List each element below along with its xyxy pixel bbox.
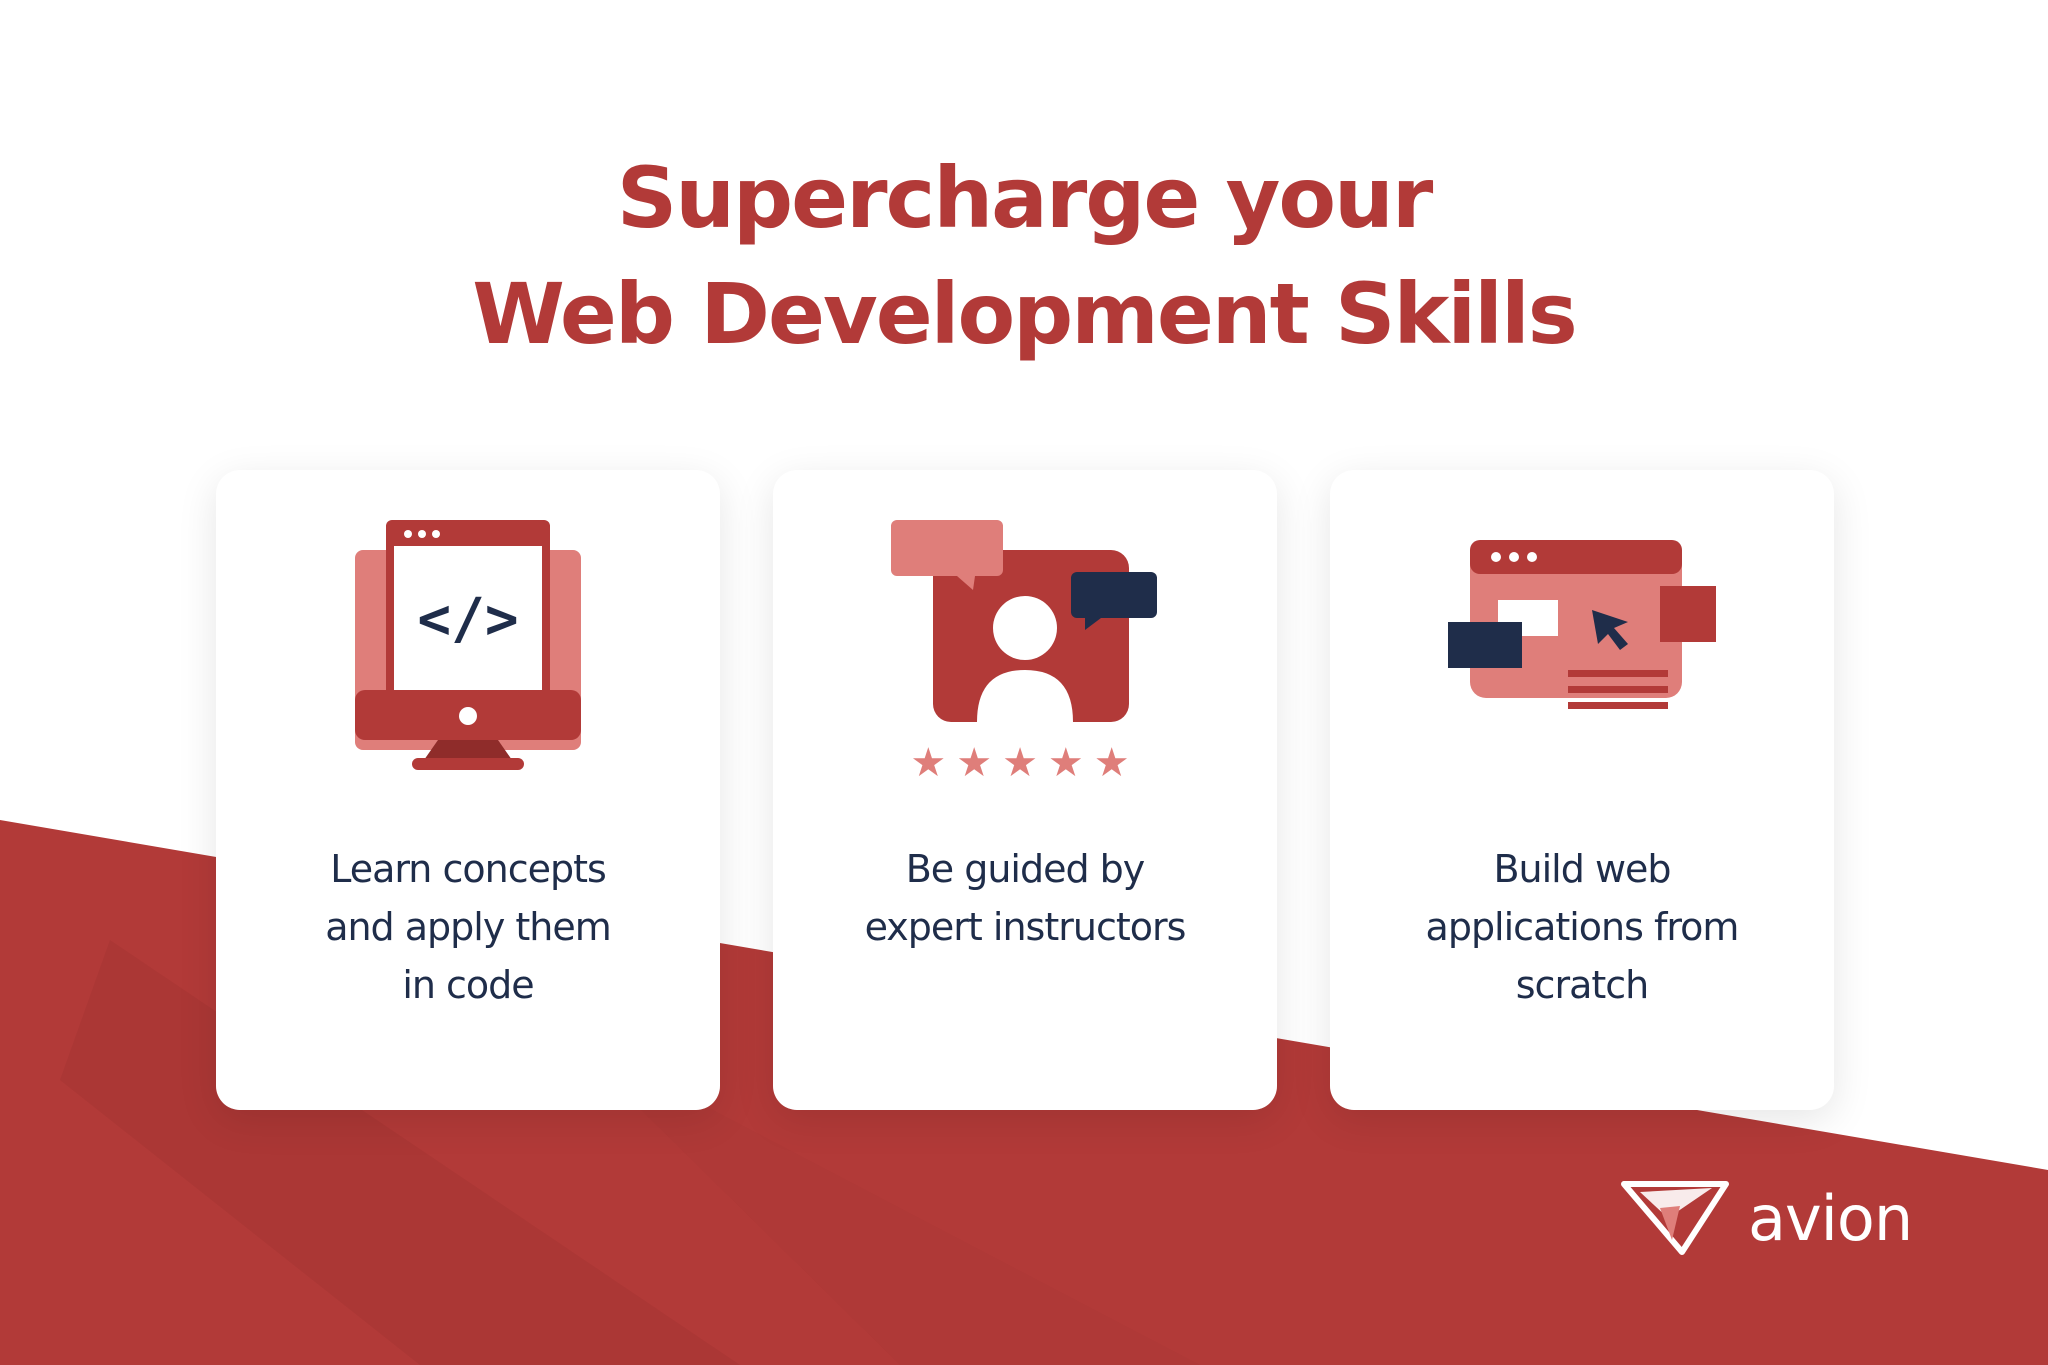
caption-line: scratch [1515,963,1649,1007]
code-monitor-icon: </> [355,520,581,770]
caption-line: and apply them [325,905,612,949]
caption-line: applications from [1425,905,1740,949]
feature-card-build: Build web applications from scratch [1330,470,1834,1110]
web-app-builder-icon [1448,540,1716,709]
caption-line: Build web [1493,847,1671,891]
feature-card-instructors: ★★★★★ Be guided by expert instructors [773,470,1277,1110]
star-icon: ★ [1002,741,1048,785]
card-caption: Be guided by expert instructors [793,840,1257,956]
paper-plane-icon [1621,1181,1729,1255]
caption-line: expert instructors [864,905,1187,949]
star-icon: ★ [1047,741,1094,785]
caption-line: Learn concepts [330,847,607,891]
headline-line-2: Web Development Skills [472,265,1578,363]
brand-logo: avion [1620,1178,1913,1258]
headline-line-1: Supercharge your [616,149,1434,247]
star-icon: ★ [1093,741,1140,785]
caption-line: in code [402,963,534,1007]
rating-stars: ★★★★★ [773,740,1277,786]
card-caption: Build web applications from scratch [1350,840,1814,1014]
page-headline: Supercharge your Web Development Skills [0,140,2048,372]
star-icon: ★ [956,741,1003,785]
star-icon: ★ [910,741,957,785]
caption-line: Be guided by [905,847,1146,891]
feature-card-code: </> Learn concepts and apply them in cod… [216,470,720,1110]
svg-text:</>: </> [417,587,518,652]
brand-name: avion [1748,1181,1913,1255]
card-caption: Learn concepts and apply them in code [236,840,700,1014]
